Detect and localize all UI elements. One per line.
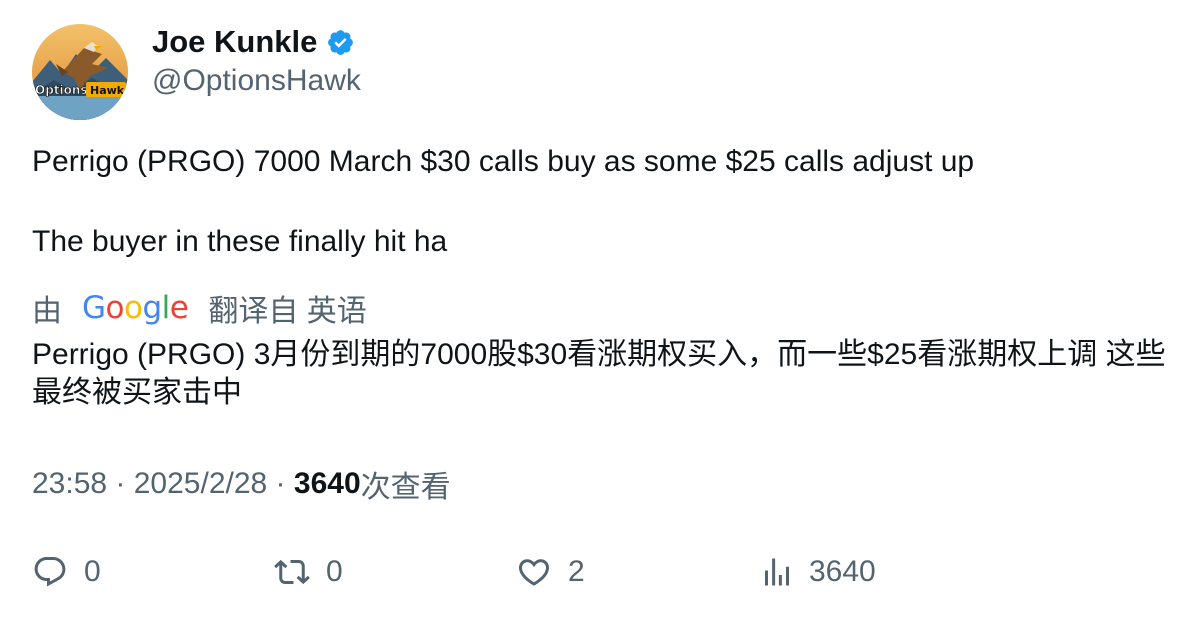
tweet-meta: 23:58 · 2025/2/28 · 3640 次查看: [32, 464, 451, 504]
reply-icon: [34, 557, 66, 587]
meta-separator: ·: [267, 467, 294, 500]
views-action-count: 3640: [809, 555, 876, 588]
avatar[interactable]: Options Hawk: [32, 24, 128, 120]
views-label: 次查看: [360, 471, 451, 504]
author-name-row: Joe Kunkle: [152, 24, 355, 60]
heart-icon: [518, 559, 550, 586]
avatar-image: Options Hawk: [32, 24, 128, 120]
tweet-time[interactable]: 23:58: [32, 467, 107, 501]
views-button[interactable]: 3640: [759, 550, 876, 594]
action-bar: 0 0 2 3640: [32, 550, 1162, 594]
tweet-date[interactable]: 2025/2/28: [134, 467, 267, 501]
svg-text:Hawk: Hawk: [90, 84, 125, 97]
views-count: 3640: [293, 467, 361, 500]
tweet-paragraph: Perrigo (PRGO) 7000 March $30 calls buy …: [32, 145, 975, 178]
tweet-text: Perrigo (PRGO) 7000 March $30 calls buy …: [32, 142, 1162, 262]
author-handle[interactable]: @OptionsHawk: [152, 62, 361, 100]
reply-count: 0: [84, 555, 101, 588]
tweet-paragraph: The buyer in these finally hit ha: [32, 225, 448, 258]
retweet-button[interactable]: 0: [274, 550, 343, 594]
translation-suffix: 翻译自 英语: [208, 295, 367, 328]
views-bar-chart-icon: [765, 558, 789, 586]
retweet-count: 0: [326, 555, 343, 588]
author-display-name[interactable]: Joe Kunkle: [152, 24, 317, 60]
like-count: 2: [568, 555, 585, 588]
retweet-icon: [274, 559, 310, 585]
translated-text: Perrigo (PRGO) 3月份到期的7000股$30看涨期权买入，而一些$…: [32, 338, 1166, 409]
translation-attribution[interactable]: 由 Google 翻译自 英语: [32, 288, 367, 328]
like-button[interactable]: 2: [516, 550, 585, 594]
google-logo: Google: [82, 290, 189, 326]
svg-text:Options: Options: [35, 83, 88, 97]
reply-button[interactable]: 0: [32, 550, 101, 594]
verified-badge-icon[interactable]: [326, 28, 355, 57]
translation-prefix: 由: [32, 295, 62, 328]
meta-separator: ·: [107, 467, 134, 500]
